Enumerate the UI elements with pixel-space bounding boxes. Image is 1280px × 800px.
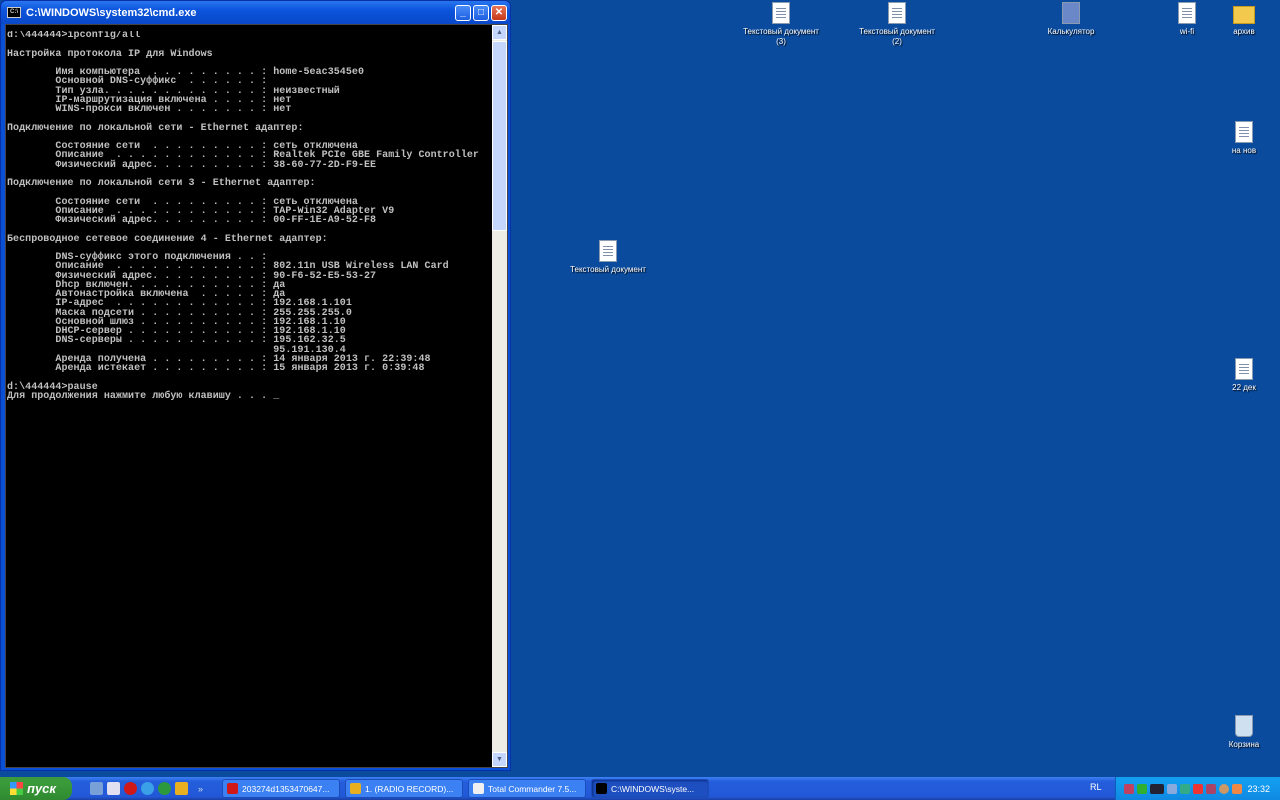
- taskbar: пуск » 203274d1353470647... 1. (RADIO REC…: [0, 777, 1280, 800]
- console-output: d:\444444>ipconfig/all Настройка протокол…: [7, 31, 493, 766]
- show-desktop-icon[interactable]: [90, 782, 103, 795]
- desktop-icon[interactable]: Текстовый документ (2): [859, 2, 935, 47]
- opera-icon[interactable]: [124, 782, 137, 795]
- quicklaunch-more-icon[interactable]: »: [198, 784, 203, 794]
- console-line: Аренда истекает . . . . . . . . . : 15 я…: [7, 363, 425, 374]
- desktop-icon[interactable]: Текстовый документ: [570, 240, 646, 275]
- desktop-icon-label: Текстовый документ (3): [743, 27, 819, 46]
- doc-icon: [1235, 358, 1253, 380]
- doc-icon: [1235, 121, 1253, 143]
- folder-icon: [1233, 6, 1255, 24]
- task-icon: [350, 783, 362, 794]
- desktop-icon-label: Текстовый документ: [570, 265, 646, 274]
- task-label: 203274d1353470647...: [242, 783, 330, 794]
- console-line: Физический адрес. . . . . . . . . : 00-F…: [7, 215, 377, 226]
- language-indicator[interactable]: RL: [1090, 782, 1102, 792]
- system-tray: 23:32: [1115, 777, 1280, 800]
- close-button[interactable]: ✕: [491, 4, 507, 21]
- task-icon: [596, 783, 608, 794]
- tray-app-icon[interactable]: [1180, 783, 1190, 794]
- volume-icon[interactable]: [1232, 783, 1242, 794]
- desktop-icon-label: архив: [1233, 27, 1255, 36]
- total-commander-icon[interactable]: [107, 782, 120, 795]
- desktop-icon[interactable]: на нов: [1206, 121, 1280, 156]
- calc-icon: [1062, 2, 1080, 24]
- maximize-button[interactable]: □: [473, 4, 489, 21]
- doc-icon: [1178, 2, 1196, 24]
- doc-icon: [772, 2, 790, 24]
- console-line: WINS-прокси включен . . . . . . . : нет: [7, 104, 292, 115]
- desktop-icon-label: Текстовый документ (2): [859, 27, 935, 46]
- play-icon[interactable]: [1137, 783, 1147, 794]
- desktop-icon[interactable]: Корзина: [1206, 715, 1280, 750]
- keyboard-icon[interactable]: [1150, 783, 1164, 794]
- taskbar-button[interactable]: Total Commander 7.5...: [468, 779, 587, 798]
- doc-icon: [888, 2, 906, 24]
- tray-app-icon-2[interactable]: [1206, 783, 1216, 794]
- desktop-icon-label: Корзина: [1228, 740, 1260, 749]
- aimp-icon[interactable]: [175, 782, 188, 795]
- network-disconnected-icon[interactable]: [1193, 783, 1203, 794]
- cmd-icon: C:\: [7, 7, 21, 18]
- console-line: Физический адрес. . . . . . . . . : 38-6…: [7, 159, 377, 171]
- tray-app-icon-3[interactable]: [1219, 783, 1229, 794]
- task-label: Total Commander 7.5...: [488, 783, 577, 794]
- cmd-window[interactable]: C:\ C:\WINDOWS\system32\cmd.exe _ □ ✕ d:…: [0, 0, 511, 771]
- desktop-icon[interactable]: архив: [1206, 2, 1280, 37]
- taskbar-button[interactable]: 203274d1353470647...: [222, 779, 341, 798]
- console-line: Беспроводное сетевое соединение 4 - Ethe…: [7, 233, 328, 245]
- console-line: Подключение по локальной сети 3 - Ethern…: [7, 178, 316, 189]
- clock[interactable]: 23:32: [1247, 784, 1270, 794]
- console-line: Подключение по локальной сети - Ethernet…: [7, 122, 304, 134]
- task-icon: [473, 783, 485, 794]
- task-label: 1. (RADIO RECORD)...: [365, 783, 454, 794]
- scroll-thumb[interactable]: [492, 41, 507, 231]
- start-label: пуск: [27, 781, 56, 796]
- wireless-icon[interactable]: [1167, 783, 1177, 794]
- start-button[interactable]: пуск: [0, 777, 72, 800]
- task-label: C:\WINDOWS\syste...: [611, 783, 695, 794]
- window-title: C:\WINDOWS\system32\cmd.exe: [26, 6, 197, 19]
- console-line: Настройка протокола IP для Windows: [7, 48, 213, 60]
- desktop-icon[interactable]: Калькулятор: [1033, 2, 1109, 37]
- internet-explorer-icon[interactable]: [141, 782, 154, 795]
- title-bar[interactable]: C:\ C:\WINDOWS\system32\cmd.exe _ □ ✕: [1, 1, 510, 24]
- console-area[interactable]: d:\444444>ipconfig/all Настройка протокол…: [5, 24, 508, 768]
- console-line: d:\444444>ipconfig/all: [7, 31, 141, 41]
- desktop-icon[interactable]: Текстовый документ (3): [743, 2, 819, 47]
- desktop-icon-label: 22 дек: [1232, 383, 1256, 392]
- console-line: Для продолжения нажмите любую клавишу . …: [7, 390, 280, 402]
- desktop-icon-label: на нов: [1231, 146, 1257, 155]
- vertical-scrollbar[interactable]: ▲ ▼: [492, 25, 507, 767]
- bin-icon: [1235, 715, 1253, 737]
- scroll-up-arrow-icon[interactable]: ▲: [492, 25, 507, 40]
- utorrent-icon[interactable]: [158, 782, 171, 795]
- task-icon: [227, 783, 239, 794]
- quick-launch: »: [90, 782, 203, 795]
- minimize-button[interactable]: _: [455, 4, 471, 21]
- taskbar-button[interactable]: C:\WINDOWS\syste...: [591, 779, 710, 798]
- taskbar-button[interactable]: 1. (RADIO RECORD)...: [345, 779, 464, 798]
- windows-logo-icon: [10, 782, 23, 795]
- desktop-icon[interactable]: 22 дек: [1206, 358, 1280, 393]
- network-icon[interactable]: [1124, 783, 1134, 794]
- scroll-down-arrow-icon[interactable]: ▼: [492, 752, 507, 767]
- desktop-icon-label: Калькулятор: [1047, 27, 1095, 36]
- doc-icon: [599, 240, 617, 262]
